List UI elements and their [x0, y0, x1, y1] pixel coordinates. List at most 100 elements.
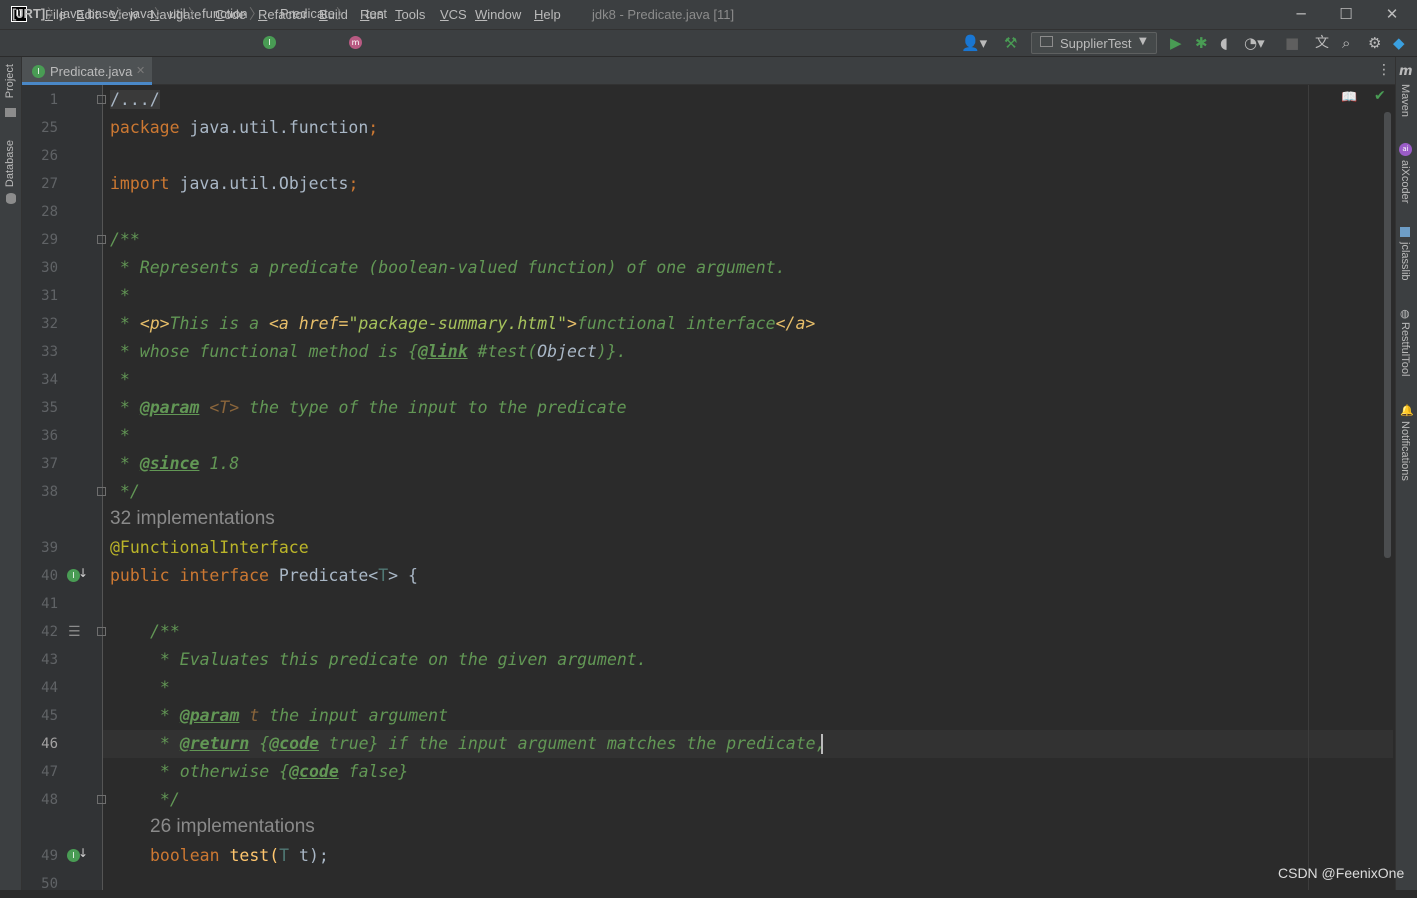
line-number: 48	[41, 792, 58, 808]
code-line-27[interactable]: import java.util.Objects;	[110, 170, 358, 198]
code-line-33[interactable]: * whose functional method is {@link #tes…	[110, 338, 627, 366]
close-tab-icon[interactable]: ✕	[136, 64, 145, 77]
menu-help[interactable]: Help	[534, 7, 561, 22]
code-line-31[interactable]: *	[110, 282, 130, 310]
code-line-49[interactable]: boolean test(T t);	[150, 842, 329, 870]
code-line-37[interactable]: * @since 1.8	[110, 450, 239, 478]
breadcrumb-jrt[interactable]: [JRT]	[12, 6, 45, 21]
debug-icon[interactable]: ✱	[1195, 34, 1208, 52]
translate-icon[interactable]: 文	[1315, 34, 1329, 52]
javadoc-code-value: true	[318, 734, 369, 753]
javadoc-close: */	[110, 482, 140, 501]
code-line-38[interactable]: */	[110, 478, 140, 506]
code-line-29[interactable]: /**	[110, 226, 140, 254]
tool-window-project[interactable]: Project	[4, 64, 16, 98]
fold-collapse-icon[interactable]	[97, 627, 106, 636]
coverage-icon[interactable]: ◖	[1220, 34, 1228, 52]
breadcrumb-test[interactable]: test	[366, 6, 387, 21]
tool-window-database[interactable]: Database	[4, 140, 16, 187]
breadcrumb-function[interactable]: function	[202, 6, 248, 21]
code-line-40[interactable]: public interface Predicate<T> {	[110, 562, 418, 590]
code-line-42[interactable]: /**	[150, 618, 180, 646]
javadoc-code-value: false	[338, 762, 399, 781]
menu-window[interactable]: Window	[475, 7, 521, 22]
breadcrumb-util[interactable]: util	[169, 6, 186, 21]
code-line-47[interactable]: * otherwise {@code false}	[150, 758, 408, 786]
code-line-43[interactable]: * Evaluates this predicate on the given …	[150, 646, 647, 674]
code-line-25[interactable]: package java.util.function;	[110, 114, 378, 142]
html-attribute-value: "package-summary.html"	[348, 314, 567, 333]
implementations-hint[interactable]: 32 implementations	[110, 508, 275, 529]
javadoc-close: */	[150, 790, 180, 809]
code-line-39[interactable]: @FunctionalInterface	[110, 534, 309, 562]
code-text: > {	[388, 566, 418, 585]
menu-tools[interactable]: Tools	[395, 7, 425, 22]
fold-end-icon[interactable]	[97, 795, 106, 804]
breadcrumb-java-base[interactable]: java.base	[60, 6, 116, 21]
inlay-hint-row[interactable]: 26 implementations	[150, 813, 315, 841]
code-text: t);	[289, 846, 329, 865]
arrow-down-icon: ↓	[78, 846, 89, 860]
fold-end-icon[interactable]	[97, 487, 106, 496]
profile-icon[interactable]: ◔▾	[1244, 34, 1265, 52]
code-line-46[interactable]: * @return {@code true} if the input argu…	[150, 730, 826, 758]
line-number-current: 46	[41, 736, 58, 752]
javadoc-text: }	[398, 762, 409, 781]
implementations-hint[interactable]: 26 implementations	[150, 816, 315, 837]
database-icon	[6, 193, 16, 204]
code-line-30[interactable]: * Represents a predicate (boolean-valued…	[110, 254, 786, 282]
code-line-45[interactable]: * @param t the input argument	[150, 702, 448, 730]
line-number: 42	[41, 624, 58, 640]
folded-region[interactable]: /.../	[110, 90, 160, 109]
minimize-button[interactable]: ─	[1278, 0, 1324, 29]
code-line-35[interactable]: * @param <T> the type of the input to th…	[110, 394, 627, 422]
reader-mode-icon[interactable]: 📖	[1341, 90, 1357, 105]
fold-collapse-icon[interactable]	[97, 235, 106, 244]
fold-expand-icon[interactable]	[97, 95, 106, 104]
javadoc-text: the input argument	[259, 706, 449, 725]
javadoc-text: *	[110, 398, 140, 417]
javadoc-text: * Evaluates this predicate on the given …	[150, 650, 647, 669]
code-line-1[interactable]: /.../	[110, 86, 160, 114]
inlay-hint-row[interactable]: 32 implementations	[110, 505, 275, 533]
build-hammer-icon[interactable]: ⚒	[1004, 34, 1017, 52]
line-number: 26	[41, 148, 58, 164]
tool-window-restfultool[interactable]: RestfulTool	[1399, 322, 1411, 376]
breadcrumb-separator-icon: 〉	[154, 7, 168, 23]
tool-window-aixcoder[interactable]: aiXcoder	[1399, 160, 1411, 203]
user-profile-icon[interactable]: 👤▾	[961, 34, 987, 52]
code-line-34[interactable]: *	[110, 366, 130, 394]
maximize-button[interactable]: ☐	[1323, 0, 1369, 29]
tool-window-notifications[interactable]: Notifications	[1399, 421, 1411, 481]
line-number: 45	[41, 708, 58, 724]
plugin-icon[interactable]: ◆	[1393, 34, 1405, 52]
close-window-button[interactable]: ✕	[1369, 0, 1415, 29]
run-icon[interactable]: ▶	[1170, 34, 1182, 52]
html-tag: >	[567, 314, 577, 333]
gear-icon[interactable]: ⚙	[1368, 34, 1381, 52]
inspection-ok-icon[interactable]: ✔	[1374, 88, 1386, 104]
toggle-rendered-view-icon[interactable]: ☰	[68, 624, 81, 640]
tool-window-jclasslib[interactable]: jclasslib	[1399, 242, 1411, 281]
breadcrumb-separator-icon: 〉	[47, 7, 61, 23]
text-caret	[821, 734, 823, 754]
javadoc-text: * whose functional method is {	[110, 342, 418, 361]
javadoc-text: functional interface	[576, 314, 776, 333]
tool-window-maven[interactable]: Maven	[1399, 84, 1411, 117]
more-options-icon[interactable]: ⋮	[1377, 62, 1391, 78]
line-number: 32	[41, 316, 58, 332]
breadcrumb-java[interactable]: java	[130, 6, 154, 21]
code-line-44[interactable]: *	[150, 674, 170, 702]
menu-vcs[interactable]: VCS	[440, 7, 467, 22]
line-number: 50	[41, 876, 58, 892]
code-line-36[interactable]: *	[110, 422, 130, 450]
search-icon[interactable]: ⌕	[1342, 34, 1350, 52]
vertical-scrollbar[interactable]	[1384, 112, 1391, 558]
watermark: CSDN @FeenixOne	[1278, 865, 1405, 881]
code-line-48[interactable]: */	[150, 786, 180, 814]
line-number: 27	[41, 176, 58, 192]
code-line-32[interactable]: * <p>This is a <a href="package-summary.…	[110, 310, 815, 338]
javadoc-reference-type: Object	[537, 342, 597, 361]
stop-icon[interactable]: ■	[1285, 34, 1299, 52]
breadcrumb-predicate[interactable]: Predicate	[280, 6, 335, 21]
